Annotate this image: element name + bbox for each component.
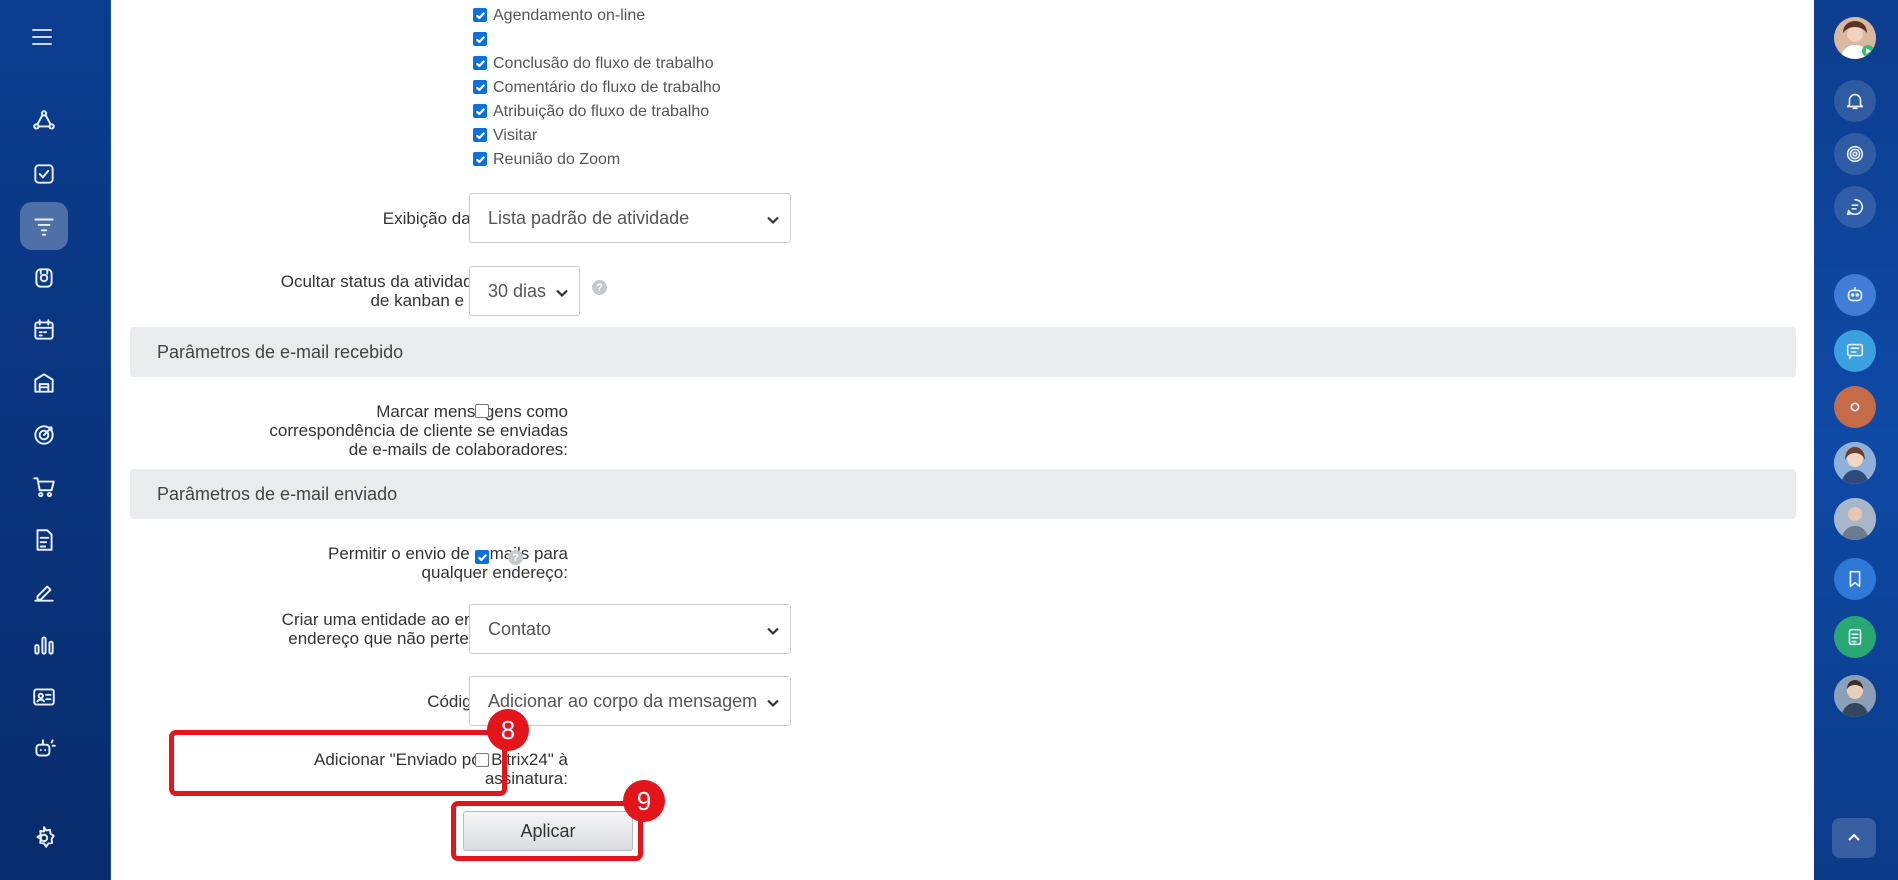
mark-messages-checkbox[interactable] bbox=[475, 404, 489, 418]
help-icon[interactable]: ? bbox=[508, 550, 523, 565]
checkbox[interactable] bbox=[473, 56, 487, 70]
allow-any-address-checkbox[interactable] bbox=[475, 550, 489, 564]
notes-icon[interactable] bbox=[1834, 616, 1876, 658]
chevron-down-icon bbox=[766, 694, 780, 708]
store-icon[interactable] bbox=[20, 359, 68, 407]
channel-icon[interactable] bbox=[1834, 386, 1876, 428]
hide-status-value: 30 dias bbox=[488, 280, 547, 301]
tasks-icon[interactable] bbox=[20, 150, 68, 198]
profile-card-icon[interactable] bbox=[20, 673, 68, 721]
user-avatar-2[interactable] bbox=[1834, 442, 1876, 484]
checkbox[interactable] bbox=[473, 104, 487, 118]
calendar-icon[interactable] bbox=[20, 306, 68, 354]
crm-icon[interactable] bbox=[20, 202, 68, 250]
mark-messages-label: Marcar mensagens como correspondência de… bbox=[269, 402, 568, 459]
cart-icon[interactable] bbox=[20, 463, 68, 511]
activity-label: Conclusão do fluxo de trabalho bbox=[493, 55, 714, 72]
activity-label: Reunião do Zoom bbox=[493, 151, 621, 168]
step-9-highlight bbox=[451, 801, 643, 861]
checkbox[interactable] bbox=[473, 152, 487, 166]
create-entity-select[interactable]: Contato bbox=[469, 604, 791, 654]
checkbox[interactable] bbox=[473, 80, 487, 94]
section-title: Parâmetros de e-mail enviado bbox=[157, 483, 398, 504]
checkbox[interactable] bbox=[473, 128, 487, 142]
copilot-icon[interactable] bbox=[1834, 274, 1876, 316]
sign-icon[interactable] bbox=[20, 568, 68, 616]
create-entity-value: Contato bbox=[488, 618, 552, 639]
outgoing-email-section-header: Parâmetros de e-mail enviado bbox=[130, 469, 1796, 519]
default-list-select[interactable]: Lista padrão de atividade bbox=[469, 193, 791, 243]
scroll-up-icon[interactable] bbox=[1832, 818, 1876, 858]
document-icon[interactable] bbox=[20, 516, 68, 564]
chevron-down-icon bbox=[555, 284, 569, 298]
step-8-highlight bbox=[169, 730, 507, 796]
chat-icon[interactable] bbox=[1834, 330, 1876, 372]
activity-label: Agendamento on-line bbox=[493, 7, 646, 24]
chat-sync-icon[interactable] bbox=[1834, 186, 1876, 228]
activity-label: Comentário do fluxo de trabalho bbox=[493, 79, 721, 96]
activity-label: Atribuição do fluxo de trabalho bbox=[493, 103, 710, 120]
bell-icon[interactable] bbox=[1834, 80, 1876, 122]
hide-status-select[interactable]: 30 dias bbox=[469, 266, 580, 316]
analytics-icon[interactable] bbox=[20, 621, 68, 669]
label-line: qualquer endereço: bbox=[421, 563, 568, 582]
user-avatar-3[interactable] bbox=[1834, 498, 1876, 540]
incoming-email-section-header: Parâmetros de e-mail recebido bbox=[130, 327, 1796, 377]
allow-any-address-label: Permitir o envio de e-mails para qualque… bbox=[328, 544, 568, 582]
step-9-badge: 9 bbox=[623, 780, 665, 822]
checkbox[interactable] bbox=[473, 32, 487, 46]
target-icon[interactable] bbox=[20, 411, 68, 459]
activity-label: Visitar bbox=[493, 127, 538, 144]
feed-icon[interactable] bbox=[20, 97, 68, 145]
automation-icon[interactable] bbox=[20, 725, 68, 773]
user-avatar[interactable] bbox=[1834, 17, 1876, 59]
label-line: de e-mails de colaboradores: bbox=[348, 440, 568, 459]
help-icon[interactable]: ? bbox=[592, 280, 607, 295]
crm-settings-form: Agendamento on-line Conclusão do fluxo d… bbox=[111, 0, 1814, 880]
label-line: Permitir o envio de e-mails para bbox=[328, 544, 568, 563]
service-code-value: Adicionar ao corpo da mensagem bbox=[488, 690, 758, 711]
checkbox[interactable] bbox=[473, 8, 487, 22]
contact-center-icon[interactable] bbox=[20, 254, 68, 302]
left-navigation bbox=[0, 0, 111, 880]
chevron-down-icon bbox=[766, 211, 780, 225]
section-title: Parâmetros de e-mail recebido bbox=[157, 341, 404, 362]
settings-icon[interactable] bbox=[20, 814, 68, 862]
user-avatar-4[interactable] bbox=[1834, 675, 1876, 717]
bookmark-icon[interactable] bbox=[1834, 558, 1876, 600]
chevron-down-icon bbox=[766, 622, 780, 636]
default-list-value: Lista padrão de atividade bbox=[488, 207, 690, 228]
step-8-badge: 8 bbox=[487, 709, 529, 751]
spiral-icon[interactable] bbox=[1834, 133, 1876, 175]
label-line: correspondência de cliente se enviadas bbox=[269, 421, 568, 440]
label-line: Marcar mensagens como bbox=[376, 402, 568, 421]
right-sidebar bbox=[1814, 0, 1898, 880]
menu-icon[interactable] bbox=[28, 24, 56, 48]
